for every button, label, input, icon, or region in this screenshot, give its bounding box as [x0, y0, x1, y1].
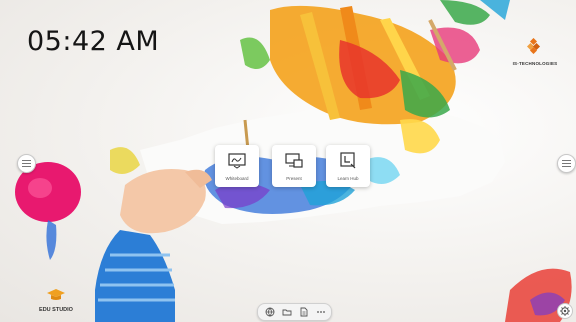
edu-studio-logo: EDU STUDIO [36, 288, 76, 313]
menu-icon [562, 160, 571, 167]
brand-logo: IS-TECHNOLOGIES [510, 37, 560, 66]
app-whiteboard[interactable]: Whiteboard [215, 145, 259, 187]
settings-button[interactable] [557, 303, 573, 319]
edu-studio-label: EDU STUDIO [39, 307, 73, 313]
left-menu-button[interactable] [17, 154, 36, 173]
desktop-screen: 05:42 AM IS-TECHNOLOGIES Whiteboard Pres… [0, 0, 576, 322]
globe-icon[interactable] [265, 307, 275, 317]
app-present[interactable]: Present [272, 145, 316, 187]
graduation-cap-icon [47, 289, 65, 300]
app-launcher: Whiteboard Present Learn Hub [215, 145, 370, 187]
file-icon[interactable] [299, 307, 309, 317]
app-learn-hub[interactable]: Learn Hub [326, 145, 370, 187]
bottom-dock [257, 303, 332, 321]
menu-icon [22, 160, 31, 167]
app-label: Present [286, 176, 302, 181]
more-icon[interactable] [316, 307, 326, 317]
brand-name: IS-TECHNOLOGIES [512, 61, 558, 66]
right-menu-button[interactable] [557, 154, 576, 173]
gear-icon [560, 306, 570, 316]
app-label: Learn Hub [337, 176, 359, 181]
folder-icon[interactable] [282, 307, 292, 317]
brand-diamond-icon [526, 37, 541, 55]
whiteboard-icon [228, 153, 246, 169]
learn-hub-icon [340, 152, 356, 169]
clock: 05:42 AM [27, 26, 160, 57]
app-label: Whiteboard [225, 176, 249, 181]
present-icon [285, 153, 303, 168]
